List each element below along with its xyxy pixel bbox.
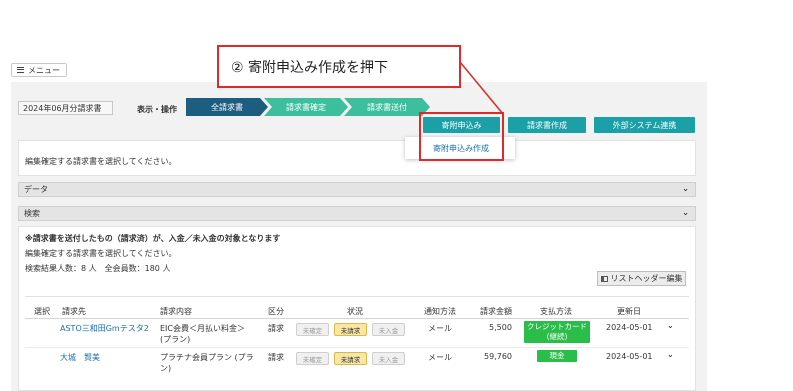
search-section-bar[interactable]: 検索 ⌄ <box>18 206 696 221</box>
col-type: 区分 <box>268 307 284 316</box>
row-content-cont: ン) <box>160 364 172 373</box>
col-content: 請求内容 <box>160 307 192 316</box>
chevron-down-icon: ⌄ <box>682 184 689 193</box>
result-count: 検索結果人数：8 人 全会員数：180 人 <box>25 264 171 273</box>
table-divider <box>25 296 689 297</box>
list-warning: ※請求書を送付したもの（請求済）が、入金／未入金の対象となります <box>25 234 281 243</box>
col-billing-to: 請求先 <box>62 307 86 316</box>
row-notify: メール <box>428 353 452 362</box>
search-section-label: 検索 <box>24 209 40 218</box>
status-unbilled-button[interactable]: 未請求 <box>334 323 367 336</box>
row-type: 請求 <box>268 353 284 362</box>
row-notify: メール <box>428 324 452 333</box>
row-amount: 59,760 <box>484 352 512 361</box>
payment-badge: 現金 <box>537 350 577 362</box>
data-section-label: データ <box>24 185 48 194</box>
chevron-down-icon: ⌄ <box>682 208 689 217</box>
col-updated: 更新日 <box>617 307 641 316</box>
row-content: EIC会費＜月払い料金＞ <box>160 324 245 333</box>
col-amount: 請求金額 <box>480 307 512 316</box>
billing-name-link[interactable]: ASTO三和田Gmテスタ2 <box>60 323 149 334</box>
payment-badge: クレジットカード (継続) <box>524 321 590 343</box>
status-unpaid-button[interactable]: 未入金 <box>372 323 405 336</box>
status-unconfirmed-button[interactable]: 未確定 <box>296 352 329 365</box>
list-header-edit-button[interactable]: リストヘッダー編集 <box>597 271 686 286</box>
row-updated: 2024-05-01 <box>606 323 653 332</box>
payment-method-note: (継続) <box>546 332 568 341</box>
status-unbilled-button[interactable]: 未請求 <box>334 352 367 365</box>
row-amount: 5,500 <box>489 323 512 332</box>
list-instruction: 編集確定する請求書を選択してください。 <box>25 249 177 258</box>
status-unconfirmed-button[interactable]: 未確定 <box>296 323 329 336</box>
status-unpaid-button[interactable]: 未入金 <box>372 352 405 365</box>
row-content-cont: (プラン) <box>160 335 191 344</box>
list-header-edit-label: リストヘッダー編集 <box>610 274 683 283</box>
row-divider <box>25 347 689 348</box>
row-content: プラチナ会員プラン (プラ <box>160 353 254 362</box>
row-expand-icon[interactable]: ⌄ <box>667 321 674 330</box>
row-type: 請求 <box>268 324 284 333</box>
col-notify: 通知方法 <box>424 307 456 316</box>
header-divider <box>25 318 689 319</box>
payment-method: クレジットカード <box>527 322 587 331</box>
columns-icon <box>600 275 608 282</box>
col-payment: 支払方法 <box>540 307 572 316</box>
row-expand-icon[interactable]: ⌄ <box>667 350 674 359</box>
data-section-bar[interactable]: データ ⌄ <box>18 182 696 197</box>
billing-name-link[interactable]: 大城 賢美 <box>60 352 100 363</box>
row-updated: 2024-05-01 <box>606 352 653 361</box>
col-status: 状況 <box>347 307 363 316</box>
callout-line <box>459 61 504 115</box>
col-select: 選択 <box>34 307 50 316</box>
